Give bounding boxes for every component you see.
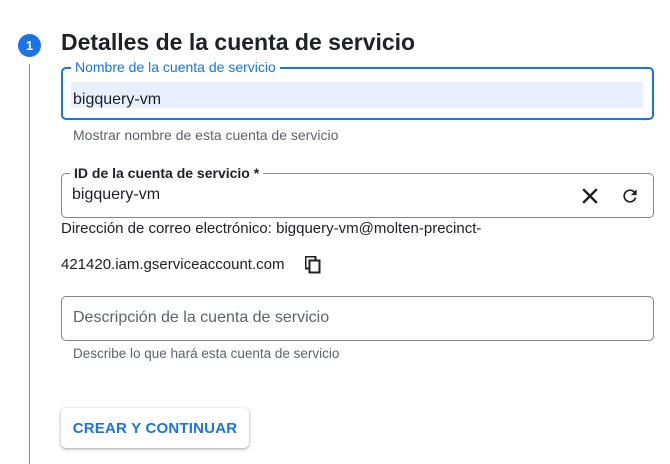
service-account-id-value[interactable]: bigquery-vm	[72, 186, 160, 204]
service-account-description-hint: Describe lo que hará esta cuenta de serv…	[73, 346, 340, 361]
service-account-name-label: Nombre de la cuenta de servicio	[71, 59, 280, 75]
close-icon[interactable]	[579, 185, 601, 207]
step-number-badge: 1	[18, 34, 41, 57]
copy-icon[interactable]	[304, 255, 321, 274]
service-account-description-placeholder: Descripción de la cuenta de servicio	[73, 309, 330, 326]
email-address-line1: Dirección de correo electrónico: bigquer…	[61, 220, 482, 237]
step-title: Detalles de la cuenta de servicio	[61, 29, 416, 55]
service-account-name-value[interactable]: bigquery-vm	[73, 91, 161, 109]
stepper-line	[29, 64, 30, 464]
service-account-description-field[interactable]: Descripción de la cuenta de servicio	[61, 296, 654, 341]
refresh-icon[interactable]	[619, 185, 641, 207]
service-account-form: 1 Detalles de la cuenta de servicio Nomb…	[0, 0, 670, 464]
email-address-line2: 421420.iam.gserviceaccount.com	[61, 256, 285, 273]
service-account-id-field[interactable]: ID de la cuenta de servicio * bigquery-v…	[61, 165, 654, 218]
service-account-name-field[interactable]: Nombre de la cuenta de servicio bigquery…	[61, 59, 654, 120]
service-account-name-hint: Mostrar nombre de esta cuenta de servici…	[73, 127, 339, 143]
create-and-continue-button[interactable]: CREAR Y CONTINUAR	[61, 408, 249, 448]
service-account-id-label: ID de la cuenta de servicio *	[70, 165, 264, 181]
